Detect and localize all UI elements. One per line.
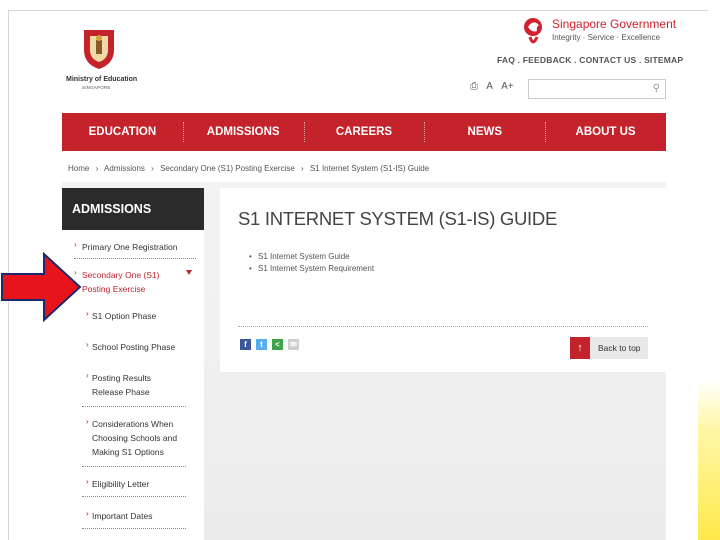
divider [238,326,648,327]
arrow-up-icon: ↑ [570,337,590,359]
nav-news[interactable]: NEWS [424,113,545,151]
divider [82,528,186,529]
breadcrumb-separator-icon: › [95,164,99,173]
sidebar-item-label: Choosing Schools and [92,433,178,443]
chevron-right-icon: › [86,309,89,318]
nav-education[interactable]: EDUCATION [62,113,183,151]
facebook-icon[interactable]: f [240,339,251,350]
singapore-government-title[interactable]: Singapore Government [552,17,676,31]
sidebar-item-label: Important Dates [92,511,153,521]
sidebar-item-label: Making S1 Options [92,447,164,457]
sidebar-item-label: School Posting Phase [92,342,176,352]
page-title: S1 INTERNET SYSTEM (S1-IS) GUIDE [238,208,558,229]
search-input[interactable]: ⚲ [528,79,666,99]
ministry-subtitle: SINGAPORE [82,85,111,90]
content-panel: S1 INTERNET SYSTEM (S1-IS) GUIDE S1 Inte… [220,188,666,372]
divider [82,466,186,467]
contact-us-link[interactable]: CONTACT US [579,55,636,65]
twitter-icon[interactable]: t [256,339,267,350]
sitemap-link[interactable]: SITEMAP [644,55,683,65]
breadcrumb-current: S1 Internet System (S1-IS) Guide [309,164,430,173]
feedback-link[interactable]: FEEDBACK [523,55,572,65]
page: Ministry of Education SINGAPORE Singapor… [0,0,720,540]
chevron-right-icon: › [86,417,89,426]
chevron-right-icon: › [86,371,89,380]
sidebar-item-label: Posting Results [92,373,152,383]
main-nav: EDUCATION ADMISSIONS CAREERS NEWS ABOUT … [62,113,666,151]
font-decrease-button[interactable]: A [486,81,493,92]
divider [82,496,186,497]
print-icon[interactable]: ⎙ [470,81,478,92]
nav-admissions[interactable]: ADMISSIONS [182,113,304,151]
back-to-top-button[interactable]: ↑ Back to top [570,337,648,359]
breadcrumb: Home › Admissions › Secondary One (S1) P… [68,164,429,173]
faq-link[interactable]: FAQ [497,55,515,65]
share-bar: f t < ✉ [240,339,299,350]
frame-border-top [8,10,708,11]
sidebar-heading: ADMISSIONS [62,188,204,230]
ministry-name: Ministry of Education [66,76,138,83]
nav-about-us[interactable]: ABOUT US [545,113,666,151]
merlion-icon[interactable] [522,17,546,47]
sidebar-item-label: Considerations When [92,419,174,429]
top-links: FAQ . FEEDBACK . CONTACT US . SITEMAP [497,55,683,65]
moe-crest-logo[interactable] [82,26,116,70]
sidebar-item-label: Release Phase [92,387,150,397]
sidebar-item-label: S1 Option Phase [92,311,157,321]
sidebar-item-label: Primary One Registration [82,242,178,252]
breadcrumb-home[interactable]: Home [68,164,89,173]
link-s1-internet-system-requirement[interactable]: S1 Internet System Requirement [249,264,374,273]
breadcrumb-s1-posting[interactable]: Secondary One (S1) Posting Exercise [160,164,295,173]
chevron-right-icon: › [86,509,89,518]
sidebar-item-label: Eligibility Letter [92,479,150,489]
breadcrumb-admissions[interactable]: Admissions [104,164,145,173]
font-increase-button[interactable]: A+ [501,81,514,92]
breadcrumb-separator-icon: › [301,164,304,173]
sidebar-item-label: Posting Exercise [82,284,146,294]
sidebar: ADMISSIONS › Primary One Registration › … [62,188,204,540]
nav-careers[interactable]: CAREERS [303,113,425,151]
link-s1-internet-system-guide[interactable]: S1 Internet System Guide [249,252,350,261]
chevron-right-icon: › [86,340,89,349]
chevron-right-icon: › [86,477,89,486]
back-to-top-label: Back to top [598,343,641,353]
yellow-decoration [698,380,720,540]
share-icon[interactable]: < [272,339,283,350]
government-tagline: Integrity · Service · Excellence [552,33,661,42]
annotation-arrow [1,252,82,322]
divider [82,406,186,407]
search-icon[interactable]: ⚲ [653,83,660,94]
chevron-right-icon: › [74,240,77,249]
page-tools: ⎙ A A+ [470,81,520,92]
sidebar-item-label: Secondary One (S1) [82,270,160,280]
breadcrumb-separator-icon: › [151,164,154,173]
expand-caret-icon[interactable] [186,270,192,275]
email-icon[interactable]: ✉ [288,339,299,350]
divider [74,258,196,259]
